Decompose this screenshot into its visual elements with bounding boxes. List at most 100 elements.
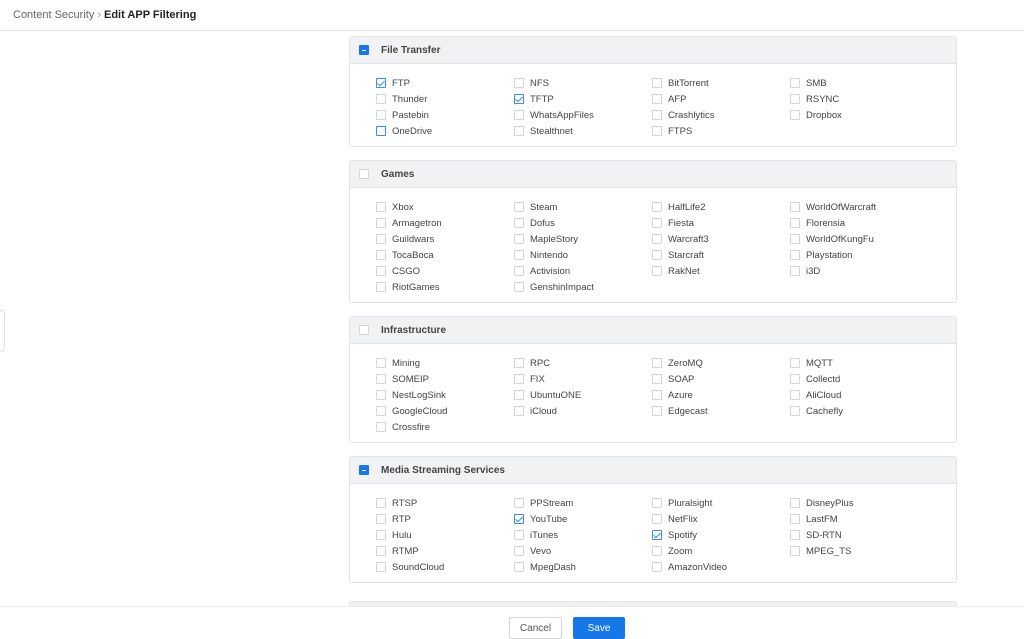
app-checkbox-item[interactable]: SOMEIP [376,371,514,387]
checkbox[interactable] [514,266,524,276]
app-checkbox-item[interactable]: LastFM [790,511,928,527]
checkbox[interactable] [790,406,800,416]
app-checkbox-item[interactable]: BitTorrent [652,75,790,91]
app-checkbox-item[interactable]: Activision [514,263,652,279]
app-checkbox-item[interactable]: WorldOfWarcraft [790,199,928,215]
app-checkbox-item[interactable]: MapleStory [514,231,652,247]
checkbox[interactable] [376,530,386,540]
app-checkbox-item[interactable]: RTSP [376,495,514,511]
app-checkbox-item[interactable]: Vevo [514,543,652,559]
cancel-button[interactable]: Cancel [509,617,562,639]
app-checkbox-item[interactable]: NestLogSink [376,387,514,403]
checkbox[interactable] [652,234,662,244]
checked-checkbox[interactable] [652,530,662,540]
app-checkbox-item[interactable]: NFS [514,75,652,91]
checkbox[interactable] [790,514,800,524]
app-checkbox-item[interactable]: SMB [790,75,928,91]
checkbox[interactable] [514,110,524,120]
app-checkbox-item[interactable]: Edgecast [652,403,790,419]
checkbox[interactable] [652,250,662,260]
checkbox[interactable] [376,202,386,212]
app-checkbox-item[interactable]: MQTT [790,355,928,371]
checkbox[interactable] [790,390,800,400]
checkbox[interactable] [514,358,524,368]
checkbox[interactable] [790,202,800,212]
app-checkbox-item[interactable]: Stealthnet [514,123,652,139]
app-checkbox-item[interactable]: RPC [514,355,652,371]
checkbox[interactable] [790,530,800,540]
checkbox[interactable] [790,110,800,120]
checkbox[interactable] [790,94,800,104]
app-checkbox-item[interactable]: Thunder [376,91,514,107]
checkbox[interactable] [514,218,524,228]
save-button[interactable]: Save [573,617,625,639]
app-checkbox-item[interactable]: ZeroMQ [652,355,790,371]
app-checkbox-item[interactable]: Armagetron [376,215,514,231]
app-checkbox-item[interactable]: Playstation [790,247,928,263]
checkbox[interactable] [376,234,386,244]
checkbox[interactable] [652,126,662,136]
checkbox[interactable] [652,94,662,104]
app-checkbox-item[interactable]: HalfLife2 [652,199,790,215]
checkbox[interactable] [652,374,662,384]
checkbox[interactable] [376,110,386,120]
app-checkbox-item[interactable]: Collectd [790,371,928,387]
checkbox[interactable] [652,406,662,416]
app-checkbox-item[interactable]: i3D [790,263,928,279]
app-checkbox-item[interactable]: PPStream [514,495,652,511]
category-select-all-checkbox[interactable] [359,325,369,335]
app-checkbox-item[interactable]: RTP [376,511,514,527]
app-checkbox-item[interactable]: RakNet [652,263,790,279]
checkbox[interactable] [652,218,662,228]
checkbox[interactable] [514,234,524,244]
checkbox[interactable] [376,94,386,104]
checkbox[interactable] [652,78,662,88]
app-checkbox-item[interactable]: MpegDash [514,559,652,575]
checked-checkbox[interactable] [376,78,386,88]
app-checkbox-item[interactable]: Crashlytics [652,107,790,123]
breadcrumb-parent[interactable]: Content Security [13,9,94,21]
checkbox[interactable] [652,266,662,276]
app-checkbox-item[interactable]: Spotify [652,527,790,543]
app-checkbox-item[interactable]: GoogleCloud [376,403,514,419]
checkbox[interactable] [514,202,524,212]
app-checkbox-item[interactable]: Hulu [376,527,514,543]
checkbox[interactable] [376,498,386,508]
checkbox[interactable] [790,218,800,228]
app-checkbox-item[interactable]: Guildwars [376,231,514,247]
checkbox[interactable] [652,110,662,120]
checkbox[interactable] [376,422,386,432]
checkbox[interactable] [376,218,386,228]
sidebar-collapse-handle[interactable] [0,310,5,352]
checkbox[interactable] [652,202,662,212]
app-checkbox-item[interactable]: MPEG_TS [790,543,928,559]
checkbox[interactable] [514,498,524,508]
checked-checkbox[interactable] [514,94,524,104]
checkbox[interactable] [376,390,386,400]
checkbox[interactable] [652,546,662,556]
checkbox[interactable] [790,498,800,508]
app-checkbox-item[interactable]: Steam [514,199,652,215]
app-checkbox-item[interactable]: WorldOfKungFu [790,231,928,247]
app-checkbox-item[interactable]: Warcraft3 [652,231,790,247]
app-checkbox-item[interactable]: Dropbox [790,107,928,123]
app-checkbox-item[interactable]: OneDrive [376,123,514,139]
app-checkbox-item[interactable]: DisneyPlus [790,495,928,511]
app-checkbox-item[interactable]: YouTube [514,511,652,527]
checkbox[interactable] [790,78,800,88]
checked-checkbox[interactable] [514,514,524,524]
app-checkbox-item[interactable]: Pastebin [376,107,514,123]
app-checkbox-item[interactable]: Zoom [652,543,790,559]
app-checkbox-item[interactable]: CSGO [376,263,514,279]
checkbox[interactable] [514,530,524,540]
app-checkbox-item[interactable]: Starcraft [652,247,790,263]
app-checkbox-item[interactable]: FTP [376,75,514,91]
checkbox[interactable] [790,546,800,556]
checkbox[interactable] [514,374,524,384]
checkbox[interactable] [790,250,800,260]
app-checkbox-item[interactable]: FIX [514,371,652,387]
checkbox[interactable] [376,514,386,524]
app-checkbox-item[interactable]: SoundCloud [376,559,514,575]
checkbox[interactable] [376,126,386,136]
checkbox[interactable] [790,234,800,244]
